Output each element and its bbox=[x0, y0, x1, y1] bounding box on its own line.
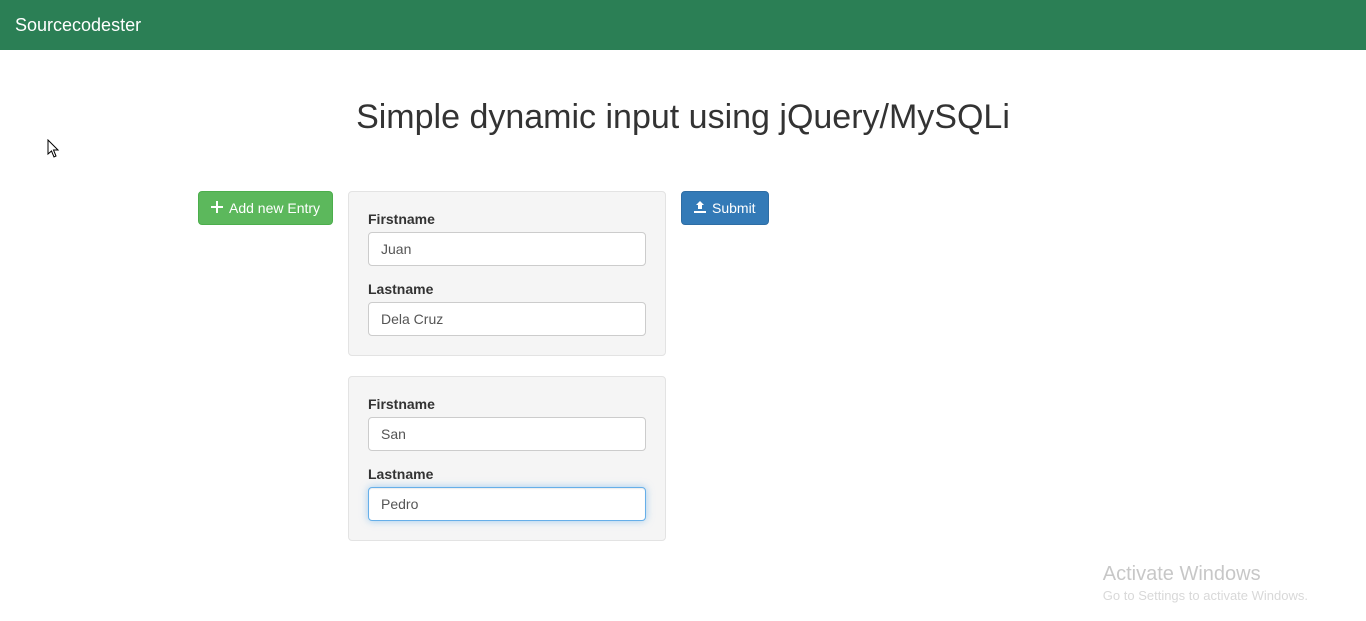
form-group-lastname: Lastname bbox=[368, 281, 646, 336]
firstname-input[interactable] bbox=[368, 417, 646, 451]
add-entry-button[interactable]: Add new Entry bbox=[198, 191, 333, 225]
form-group-firstname: Firstname bbox=[368, 396, 646, 451]
plus-icon bbox=[211, 198, 223, 218]
lastname-input[interactable] bbox=[368, 302, 646, 336]
form-row: Add new Entry Firstname Lastname Firstna… bbox=[198, 191, 1168, 561]
watermark-subtitle: Go to Settings to activate Windows. bbox=[1103, 588, 1308, 603]
col-entries: Firstname Lastname Firstname Lastname bbox=[348, 191, 666, 561]
brand-link[interactable]: Sourcecodester bbox=[15, 15, 141, 36]
col-add: Add new Entry bbox=[198, 191, 348, 561]
lastname-input[interactable] bbox=[368, 487, 646, 521]
page-title: Simple dynamic input using jQuery/MySQLi bbox=[198, 98, 1168, 137]
firstname-label: Firstname bbox=[368, 211, 646, 227]
entry-well: Firstname Lastname bbox=[348, 191, 666, 356]
main-container: Simple dynamic input using jQuery/MySQLi… bbox=[198, 98, 1168, 561]
save-icon bbox=[694, 198, 706, 218]
watermark-title: Activate Windows bbox=[1103, 563, 1308, 586]
lastname-label: Lastname bbox=[368, 281, 646, 297]
add-entry-label: Add new Entry bbox=[229, 198, 320, 218]
col-submit: Submit bbox=[681, 191, 831, 561]
firstname-label: Firstname bbox=[368, 396, 646, 412]
entry-well: Firstname Lastname bbox=[348, 376, 666, 541]
form-group-lastname: Lastname bbox=[368, 466, 646, 521]
submit-label: Submit bbox=[712, 198, 756, 218]
submit-button[interactable]: Submit bbox=[681, 191, 769, 225]
lastname-label: Lastname bbox=[368, 466, 646, 482]
firstname-input[interactable] bbox=[368, 232, 646, 266]
windows-activation-watermark: Activate Windows Go to Settings to activ… bbox=[1103, 563, 1308, 603]
form-group-firstname: Firstname bbox=[368, 211, 646, 266]
mouse-cursor-icon bbox=[47, 139, 63, 161]
navbar: Sourcecodester bbox=[0, 0, 1366, 50]
